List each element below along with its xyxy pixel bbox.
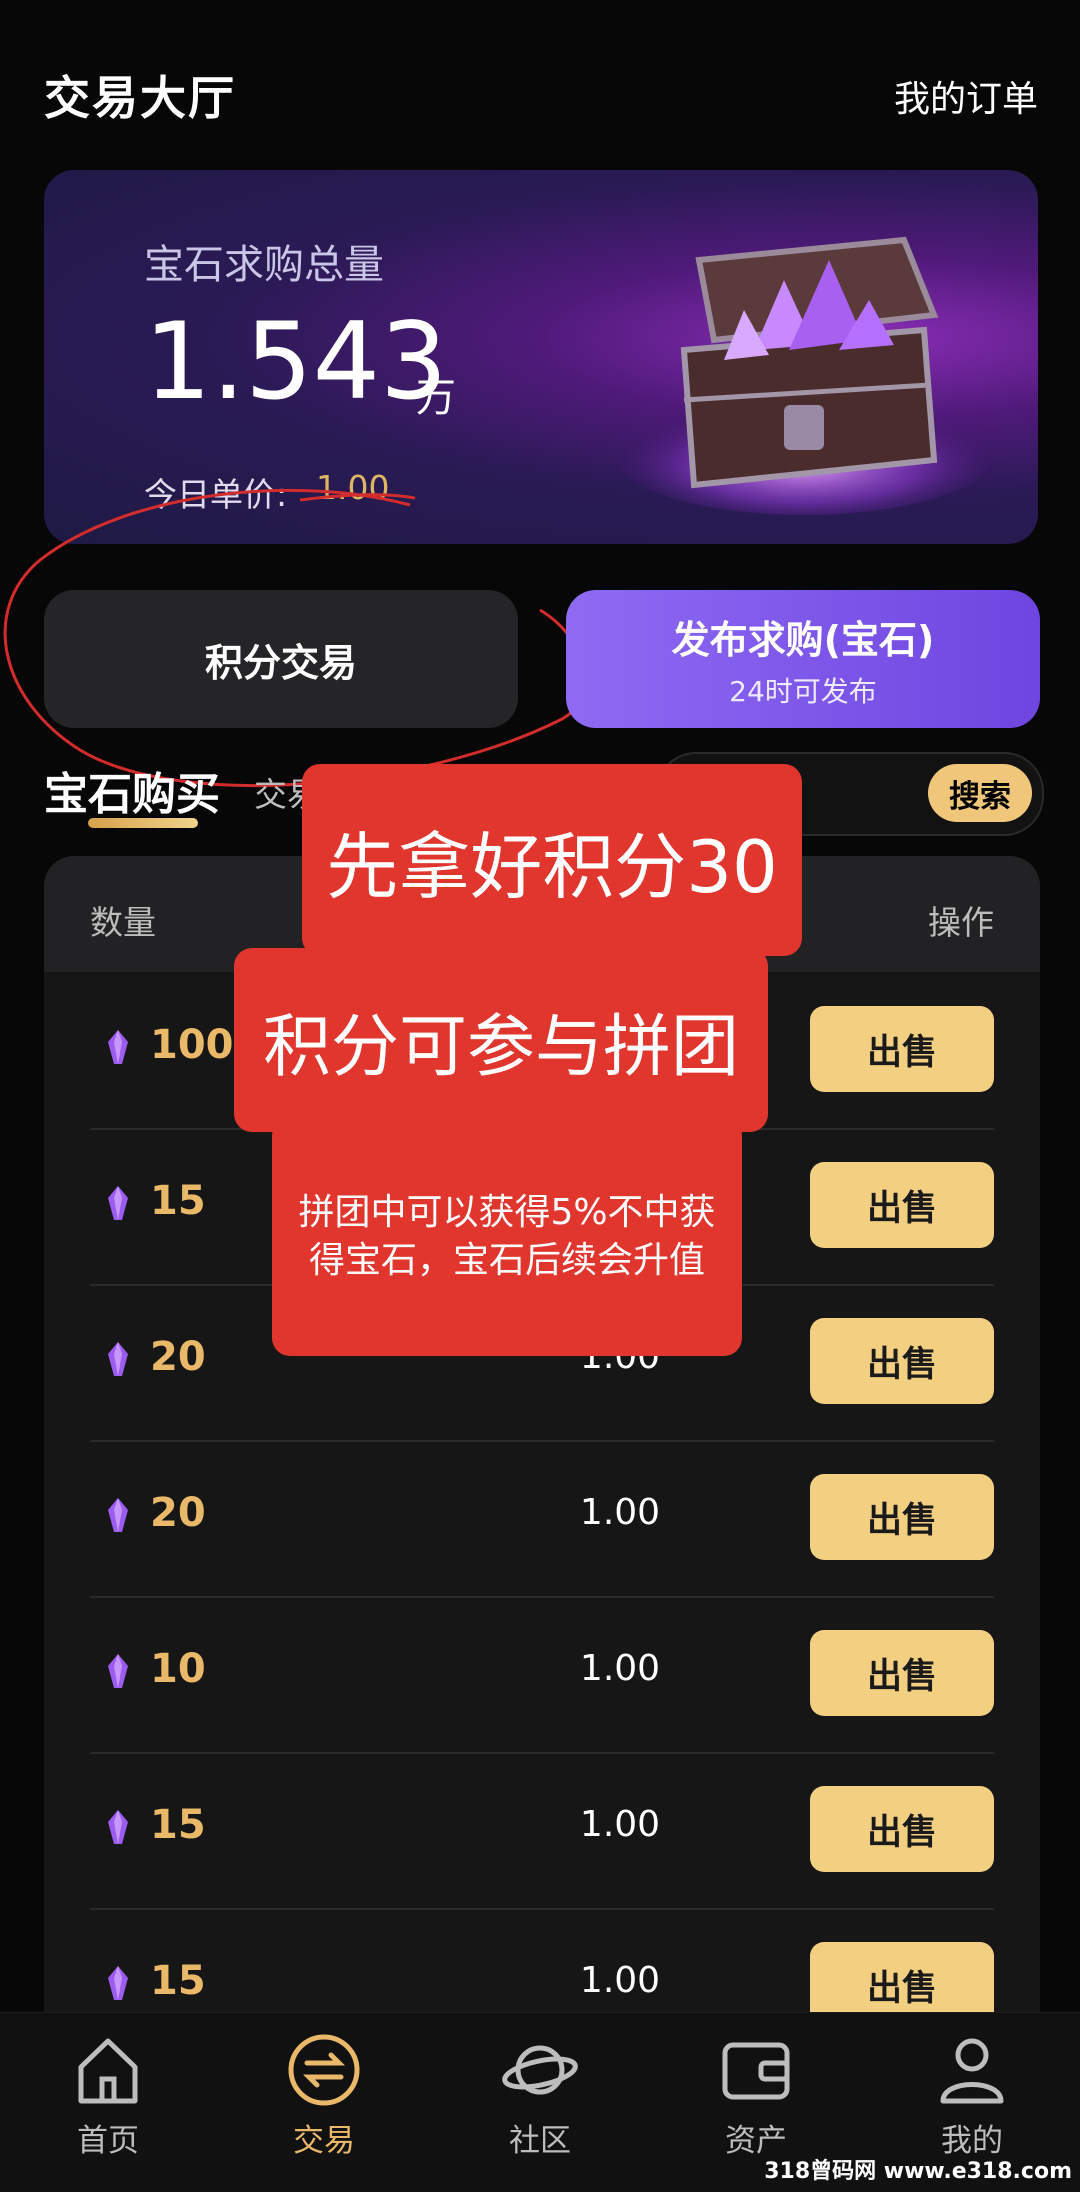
sell-button[interactable]: 出售 bbox=[810, 1318, 994, 1404]
row-price: 1.00 bbox=[579, 1804, 661, 1845]
row-price: 1.00 bbox=[579, 1960, 661, 2001]
gem-total-unit: 万 bbox=[416, 375, 456, 421]
gem-icon bbox=[108, 1966, 128, 2000]
table-row: 15 1.00 出售 bbox=[90, 1752, 994, 1910]
sell-button[interactable]: 出售 bbox=[810, 1786, 994, 1872]
column-quantity: 数量 bbox=[90, 903, 156, 942]
tab-label: 社区 bbox=[509, 2123, 571, 2159]
page-title: 交易大厅 bbox=[44, 71, 236, 125]
gem-icon bbox=[108, 1654, 128, 1688]
tab-community[interactable]: 社区 bbox=[470, 2031, 610, 2161]
sell-button[interactable]: 出售 bbox=[810, 1630, 994, 1716]
sell-button[interactable]: 出售 bbox=[810, 1006, 994, 1092]
sell-button[interactable]: 出售 bbox=[810, 1474, 994, 1560]
planet-icon bbox=[502, 2045, 578, 2095]
treasure-chest-icon bbox=[614, 236, 994, 515]
row-quantity: 15 bbox=[150, 1178, 206, 1224]
my-orders-link[interactable]: 我的订单 bbox=[894, 70, 1038, 122]
points-trade-button[interactable]: 积分交易 bbox=[44, 590, 518, 728]
annotation-box-3: 拼团中可以获得5%不中获得宝石，宝石后续会升值 bbox=[272, 1118, 742, 1356]
section-underline bbox=[88, 818, 198, 828]
sell-button[interactable]: 出售 bbox=[810, 1162, 994, 1248]
user-icon bbox=[940, 2038, 1004, 2104]
tab-mine[interactable]: 我的 bbox=[902, 2031, 1042, 2161]
row-quantity: 20 bbox=[150, 1490, 206, 1536]
tab-home[interactable]: 首页 bbox=[38, 2031, 178, 2161]
gem-icon bbox=[108, 1342, 128, 1376]
section-title: 宝石购买 bbox=[44, 769, 220, 820]
row-quantity: 20 bbox=[150, 1334, 206, 1380]
row-quantity: 15 bbox=[150, 1958, 206, 2004]
wallet-icon bbox=[722, 2042, 790, 2100]
publish-request-title: 发布求购(宝石) bbox=[671, 617, 935, 662]
exchange-icon bbox=[288, 2034, 360, 2106]
home-icon bbox=[78, 2038, 138, 2104]
search-button[interactable]: 搜索 bbox=[928, 764, 1032, 822]
row-price: 1.00 bbox=[579, 1648, 661, 1689]
tab-assets[interactable]: 资产 bbox=[686, 2031, 826, 2161]
row-quantity: 15 bbox=[150, 1802, 206, 1848]
column-operation: 操作 bbox=[928, 903, 994, 942]
tab-trade[interactable]: 交易 bbox=[254, 2031, 394, 2161]
annotation-box-2: 积分可参与拼团 bbox=[234, 948, 768, 1132]
annotation-box-1: 先拿好积分30 bbox=[302, 764, 802, 956]
gem-total-value: 1.543 bbox=[144, 300, 448, 423]
gem-total-label: 宝石求购总量 bbox=[144, 242, 384, 288]
table-row: 10 1.00 出售 bbox=[90, 1596, 994, 1754]
points-trade-label: 积分交易 bbox=[204, 640, 357, 685]
tab-label: 交易 bbox=[293, 2123, 355, 2159]
publish-request-subtitle: 24时可发布 bbox=[729, 674, 877, 708]
row-price: 1.00 bbox=[579, 1492, 661, 1533]
gem-icon bbox=[108, 1498, 128, 1532]
row-quantity: 10 bbox=[150, 1646, 206, 1692]
row-quantity: 100 bbox=[150, 1022, 234, 1068]
gem-icon bbox=[108, 1186, 128, 1220]
publish-request-button[interactable]: 发布求购(宝石) 24时可发布 bbox=[566, 590, 1040, 728]
gem-icon bbox=[108, 1810, 128, 1844]
gem-icon bbox=[108, 1030, 128, 1064]
table-row: 20 1.00 出售 bbox=[90, 1440, 994, 1598]
tab-label: 首页 bbox=[77, 2123, 139, 2159]
watermark: 318曾码网 www.e318.com bbox=[764, 2159, 1072, 2184]
